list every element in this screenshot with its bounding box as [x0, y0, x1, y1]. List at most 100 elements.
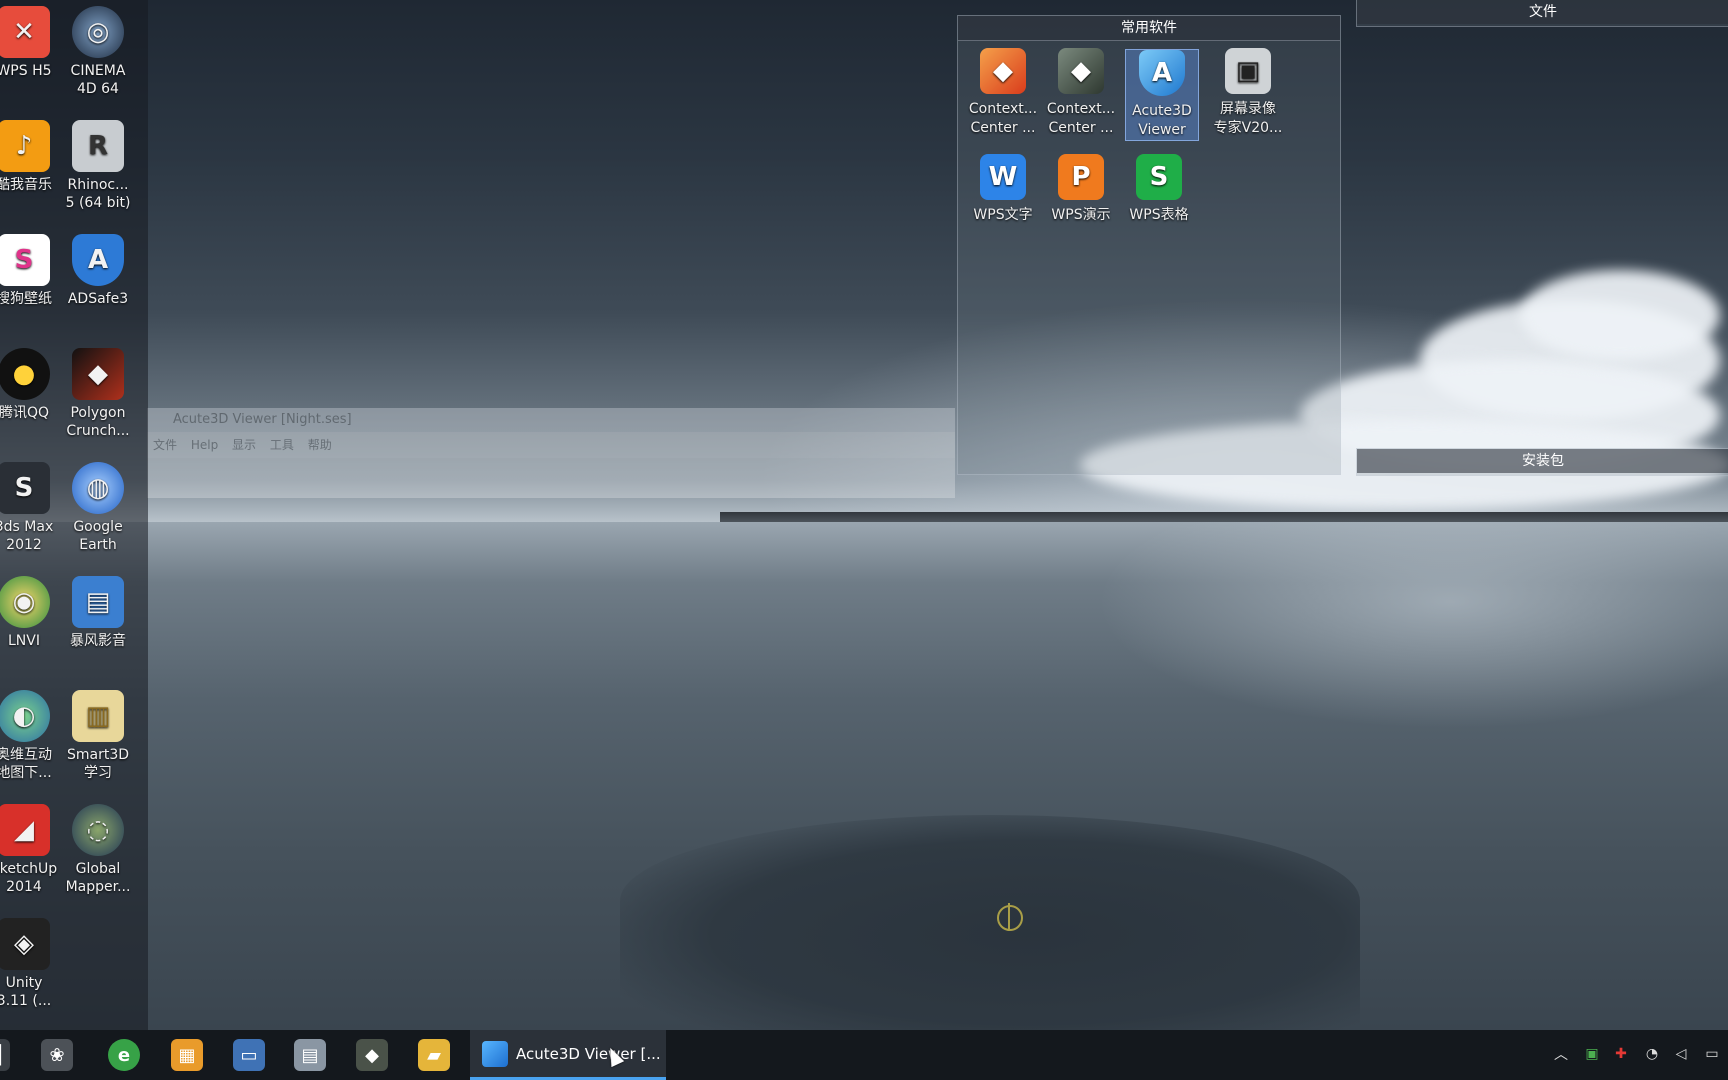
start-icon[interactable]: ▌: [0, 1039, 10, 1071]
wps-spreadsheet-icon: S: [1136, 154, 1182, 200]
fence-icon[interactable]: P WPS演示: [1042, 154, 1120, 225]
island-reflection: [620, 815, 1360, 1030]
desktop-icon[interactable]: ◈ Unity 3.11 (...: [0, 918, 64, 1010]
contextcapture-center-icon: ◆: [980, 48, 1026, 94]
unity-icon: ◈: [0, 918, 50, 970]
cinema4d-icon: ◎: [72, 6, 124, 58]
desktop-icon[interactable]: ♪ 酷我音乐: [0, 120, 64, 194]
package-icon[interactable]: ▦: [171, 1039, 203, 1071]
browser-360-icon[interactable]: e: [108, 1039, 140, 1071]
fence-icon-label: Acute3D Viewer: [1132, 103, 1192, 138]
desktop-icon[interactable]: ◎ CINEMA 4D 64: [58, 6, 138, 98]
smart3d-folder-icon: ▥: [72, 690, 124, 742]
fence-common-software[interactable]: 常用软件 ◆ Context... Center ... ◆ Context..…: [957, 15, 1341, 475]
fence-title[interactable]: 常用软件: [958, 16, 1340, 41]
ghost-menu-item: Help: [190, 438, 219, 452]
fence-icon[interactable]: W WPS文字: [964, 154, 1042, 225]
monitor-app-icon[interactable]: ▭: [233, 1039, 265, 1071]
fence-icon-label: WPS表格: [1129, 207, 1189, 223]
desktop-icon[interactable]: ● 腾讯QQ: [0, 348, 64, 422]
baofeng-video-icon: ▤: [72, 576, 124, 628]
ghost-window-title: Acute3D Viewer [Night.ses]: [147, 408, 955, 432]
global-mapper-icon: ◌: [72, 804, 124, 856]
3dsmax-icon: S: [0, 462, 50, 514]
wps-h5-icon: ✕: [0, 6, 50, 58]
desktop-icon-label: 暴风影音: [70, 633, 126, 649]
desktop-icon-label: Global Mapper...: [65, 861, 131, 895]
crosshair-marker: [997, 903, 1023, 931]
desktop-icon[interactable]: ▤ 暴风影音: [58, 576, 138, 650]
desktop-icon[interactable]: S 搜狗壁纸: [0, 234, 64, 308]
desktop-icon-label: 搜狗壁纸: [0, 291, 52, 307]
folder-icon[interactable]: ▰: [418, 1039, 450, 1071]
desktop-icon-label: Polygon Crunch...: [66, 405, 130, 439]
ghost-menu-item: 显示: [232, 438, 257, 452]
lnvi-globe-icon: ◉: [0, 576, 50, 628]
kuwo-music-icon: ♪: [0, 120, 50, 172]
fence-icon[interactable]: ▣ 屏幕录像 专家V20...: [1202, 48, 1294, 138]
ghost-window-toolbar: [147, 458, 955, 498]
fence-files[interactable]: 文件: [1356, 0, 1728, 27]
task-view-icon[interactable]: ❀: [41, 1039, 73, 1071]
desktop-icon[interactable]: ✕ WPS H5: [0, 6, 64, 80]
taskbar: ▌ ❀ e ▦ ▭ ▤ ◆ ▰ Acute3D Viewer [... ︿ ▣ …: [0, 1030, 1728, 1080]
screen-recorder-icon: ▣: [1225, 48, 1271, 94]
fence-icon-selected[interactable]: A Acute3D Viewer: [1125, 49, 1199, 141]
fence-icon[interactable]: ◆ Context... Center ...: [1042, 48, 1120, 138]
desktop-icon-label: 酷我音乐: [0, 177, 52, 193]
polygon-cruncher-icon: ◆: [72, 348, 124, 400]
desktop-icon-label: Smart3D 学习: [66, 747, 130, 781]
desktop-icon-label: SketchUp 2014: [0, 861, 58, 895]
contextcapture-engine-icon: ◆: [1058, 48, 1104, 94]
desktop-icon[interactable]: R Rhinoc... 5 (64 bit): [58, 120, 138, 212]
fence-icon-label: WPS文字: [973, 207, 1033, 223]
ghost-window-menu: 文件 Help 显示 工具 帮助: [147, 432, 955, 458]
contextcapture-task-icon[interactable]: ◆: [356, 1039, 388, 1071]
desktop-icon[interactable]: ▥ Smart3D 学习: [58, 690, 138, 782]
ghost-menu-item: 帮助: [307, 438, 332, 452]
fence-install-packages[interactable]: 安装包: [1356, 448, 1728, 476]
ghost-acute3d-window: Acute3D Viewer [Night.ses] 文件 Help 显示 工具…: [147, 408, 955, 528]
explorer-window-icon[interactable]: ▤: [294, 1039, 326, 1071]
chevron-up-icon[interactable]: ︿: [1551, 1044, 1571, 1064]
desktop-icon-label: 奥维互动 地图下...: [0, 747, 52, 781]
ghost-menu-item: 工具: [269, 438, 294, 452]
rhino-icon: R: [72, 120, 124, 172]
taskbar-task-label: Acute3D Viewer [...: [516, 1045, 661, 1063]
taskbar-active-acute3d[interactable]: Acute3D Viewer [...: [470, 1030, 666, 1080]
fence-icon-label: 屏幕录像 专家V20...: [1213, 101, 1283, 136]
desktop-icon-label: LNVI: [8, 633, 40, 649]
desktop-icon-label: WPS H5: [0, 63, 52, 79]
google-earth-icon: ◍: [72, 462, 124, 514]
desktop-icon-label: ADSafe3: [67, 291, 129, 307]
volume-icon[interactable]: ◁: [1671, 1044, 1691, 1064]
desktop-icon[interactable]: ◐ 奥维互动 地图下...: [0, 690, 64, 782]
sogou-wallpaper-icon: S: [0, 234, 50, 286]
desktop-icon[interactable]: ◆ Polygon Crunch...: [58, 348, 138, 440]
wps-presentation-icon: P: [1058, 154, 1104, 200]
desktop-icon-label: CINEMA 4D 64: [70, 63, 126, 97]
desktop-icon[interactable]: ◍ Google Earth: [58, 462, 138, 554]
desktop-icon[interactable]: A ADSafe3: [58, 234, 138, 308]
fence-icon[interactable]: ◆ Context... Center ...: [964, 48, 1042, 138]
wps-writer-icon: W: [980, 154, 1026, 200]
adsafe-icon: A: [72, 234, 124, 286]
desktop-icon-label: Unity 3.11 (...: [0, 975, 52, 1009]
desktop-icon-label: 腾讯QQ: [0, 405, 50, 421]
qq-penguin-icon: ●: [0, 348, 50, 400]
fence-title[interactable]: 文件: [1357, 0, 1728, 24]
desktop-icon[interactable]: ◢ SketchUp 2014: [0, 804, 64, 896]
fence-icon[interactable]: S WPS表格: [1120, 154, 1198, 225]
desktop-icon[interactable]: S 3ds Max 2012: [0, 462, 64, 554]
network-tray-icon[interactable]: ▣: [1582, 1044, 1602, 1064]
ghost-menu-item: 文件: [153, 438, 178, 452]
desktop-icon-label: Google Earth: [73, 519, 123, 553]
desktop-icon-label: Rhinoc... 5 (64 bit): [65, 177, 131, 211]
fence-icon-label: WPS演示: [1051, 207, 1111, 223]
wifi-icon[interactable]: ◔: [1642, 1044, 1662, 1064]
desktop-icon[interactable]: ◉ LNVI: [0, 576, 64, 650]
fence-title[interactable]: 安装包: [1357, 449, 1728, 473]
desktop-icon[interactable]: ◌ Global Mapper...: [58, 804, 138, 896]
security-tray-icon[interactable]: ✚: [1611, 1044, 1631, 1064]
notification-icon[interactable]: ▭: [1702, 1044, 1722, 1064]
